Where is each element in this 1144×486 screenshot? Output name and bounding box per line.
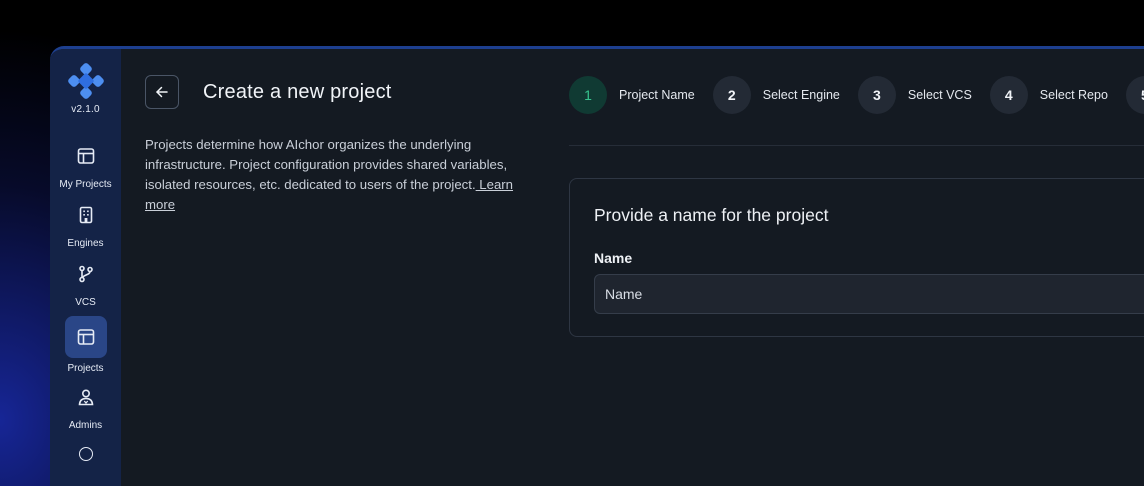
step-select-engine[interactable]: 2 Select Engine (712, 76, 840, 114)
step-number: 3 (857, 76, 896, 114)
layout-icon (77, 148, 94, 164)
name-input[interactable] (594, 274, 1144, 314)
sidebar-item-admins[interactable]: Admins (50, 376, 121, 431)
stepper: 1 Project Name 2 Select Engine 3 Select … (569, 76, 1144, 114)
step-number: 1 (569, 76, 607, 114)
user-admin-icon (78, 389, 93, 406)
sidebar-item-label: VCS (75, 297, 96, 308)
app-window: v2.1.0 My Projects Engines VCS Projects … (50, 46, 1144, 486)
step-number: 4 (989, 76, 1028, 114)
step-select-repo[interactable]: 4 Select Repo (989, 76, 1108, 114)
layout-icon (77, 329, 94, 345)
step-label: Select Repo (1039, 88, 1108, 102)
sidebar-item-label: Engines (67, 238, 104, 249)
card-title: Provide a name for the project (594, 205, 829, 225)
sidebar-item-label: My Projects (59, 179, 112, 190)
step-label: Select VCS (907, 88, 972, 102)
description-text: Projects determine how AIchor organizes … (145, 137, 508, 192)
step-select-vcs[interactable]: 3 Select VCS (857, 76, 972, 114)
sidebar-item-partial-icon (78, 447, 93, 461)
sidebar-item-label: Admins (68, 420, 103, 431)
sidebar-item-projects[interactable]: Projects (50, 316, 121, 374)
sidebar: v2.1.0 My Projects Engines VCS Projects … (50, 49, 121, 486)
main-content: Create a new project Projects determine … (121, 49, 1144, 486)
name-label: Name (594, 250, 633, 266)
git-branch-icon (78, 265, 93, 283)
step-number: 2 (712, 76, 751, 114)
stepper-divider (569, 145, 1144, 146)
step-label: Project Name (619, 88, 695, 102)
step-5[interactable]: 5 (1125, 76, 1144, 114)
step-project-name[interactable]: 1 Project Name (569, 76, 695, 114)
sidebar-item-engines[interactable]: Engines (50, 194, 121, 249)
sidebar-item-label: Projects (67, 363, 104, 374)
back-button[interactable] (145, 75, 179, 109)
step-number: 5 (1125, 76, 1144, 114)
sidebar-item-vcs[interactable]: VCS (50, 253, 121, 308)
building-icon (79, 206, 92, 224)
project-description: Projects determine how AIchor organizes … (145, 135, 545, 215)
arrow-left-icon (156, 86, 168, 98)
step-label: Select Engine (762, 88, 840, 102)
app-version: v2.1.0 (71, 104, 100, 115)
sidebar-item-my-projects[interactable]: My Projects (50, 135, 121, 190)
page-title: Create a new project (203, 81, 392, 103)
aichor-logo-icon[interactable] (67, 63, 104, 99)
project-name-card: Provide a name for the project Name (569, 178, 1144, 337)
